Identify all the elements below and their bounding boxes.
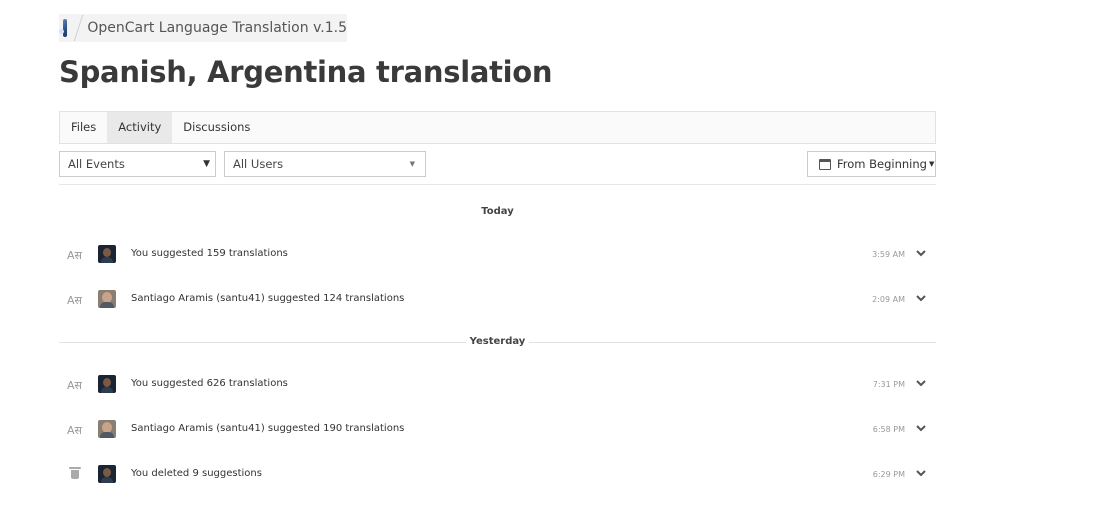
breadcrumb: OpenCart Language Translation v.1.5 — [59, 14, 347, 42]
translate-icon: Aस — [67, 379, 82, 392]
chevron-down-icon[interactable] — [914, 246, 928, 260]
avatar[interactable] — [98, 245, 116, 263]
avatar[interactable] — [98, 420, 116, 438]
translate-icon: Aस — [67, 294, 82, 307]
day-label: Today — [477, 206, 518, 217]
activity-message: You suggested 159 translations — [131, 248, 288, 259]
tab-bar: Files Activity Discussions — [59, 111, 936, 144]
activity-row: Aस You suggested 159 translations 3:59 A… — [59, 244, 936, 266]
activity-time: 3:59 AM — [872, 250, 905, 259]
translate-icon: Aस — [67, 424, 82, 437]
caret-down-icon: ▼ — [928, 160, 935, 168]
filter-divider — [59, 184, 936, 185]
activity-row: Aस You suggested 626 translations 7:31 P… — [59, 374, 936, 396]
activity-time: 7:31 PM — [872, 380, 905, 389]
caret-down-icon: ▼ — [409, 160, 415, 168]
chevron-down-icon[interactable] — [914, 376, 928, 390]
trash-icon — [69, 467, 81, 479]
date-range-label: From Beginning — [837, 157, 927, 171]
activity-time: 6:29 PM — [872, 470, 905, 479]
tab-files[interactable]: Files — [60, 112, 107, 143]
day-header-today: Today — [59, 206, 936, 217]
activity-row: Aस Santiago Aramis (santu41) suggested 1… — [59, 419, 936, 441]
activity-row: You deleted 9 suggestions 6:29 PM — [59, 464, 936, 486]
users-filter-value: All Users — [233, 157, 284, 171]
activity-message: You deleted 9 suggestions — [131, 468, 262, 479]
day-label: Yesterday — [465, 336, 530, 347]
breadcrumb-separator — [73, 15, 83, 41]
chevron-down-icon[interactable] — [914, 291, 928, 305]
chevron-down-icon[interactable] — [914, 466, 928, 480]
avatar[interactable] — [98, 290, 116, 308]
activity-message: Santiago Aramis (santu41) suggested 190 … — [131, 423, 405, 434]
caret-down-icon: ▼ — [203, 159, 210, 169]
activity-message: You suggested 626 translations — [131, 378, 288, 389]
tab-activity[interactable]: Activity — [107, 112, 173, 143]
tab-discussions[interactable]: Discussions — [172, 112, 261, 143]
chevron-down-icon[interactable] — [914, 421, 928, 435]
activity-time: 2:09 AM — [872, 295, 905, 304]
breadcrumb-project-link[interactable]: OpenCart Language Translation v.1.5 — [87, 20, 347, 36]
activity-row: Aस Santiago Aramis (santu41) suggested 1… — [59, 289, 936, 311]
activity-time: 6:58 PM — [872, 425, 905, 434]
events-filter-select[interactable]: All Events ▼ — [59, 151, 216, 177]
activity-message: Santiago Aramis (santu41) suggested 124 … — [131, 293, 405, 304]
avatar[interactable] — [98, 465, 116, 483]
project-logo[interactable] — [59, 19, 68, 37]
events-filter-value: All Events — [68, 157, 125, 171]
day-header-yesterday: Yesterday — [59, 336, 936, 347]
calendar-icon — [819, 158, 831, 170]
avatar[interactable] — [98, 375, 116, 393]
page-title: Spanish, Argentina translation — [59, 55, 553, 89]
date-range-button[interactable]: From Beginning ▼ — [807, 151, 936, 177]
users-filter-select[interactable]: All Users ▼ — [224, 151, 426, 177]
translate-icon: Aस — [67, 249, 82, 262]
